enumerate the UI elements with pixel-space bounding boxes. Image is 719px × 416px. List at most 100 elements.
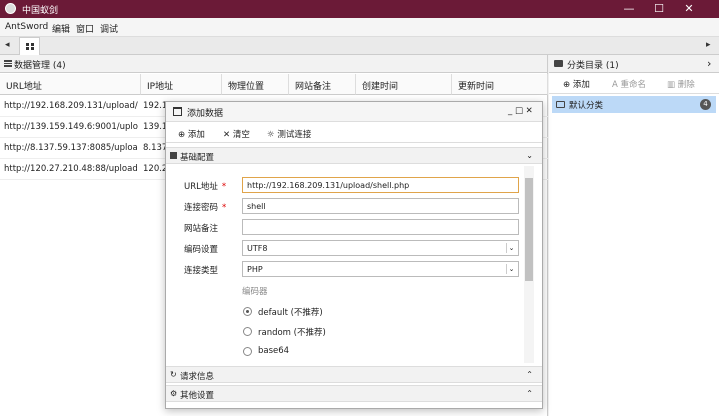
note-label: 网站备注 <box>184 224 219 234</box>
menu-debug[interactable]: 调试 <box>100 22 118 35</box>
category-add-button[interactable]: ⊕ 添加 <box>563 78 590 90</box>
column-ip[interactable]: IP地址 <box>141 74 222 95</box>
row-ip: 8.137 <box>143 143 165 153</box>
menu-antsword[interactable]: AntSword <box>5 22 48 32</box>
password-label: 连接密码 * <box>184 203 227 213</box>
row-url: http://139.159.149.6:9001/uploac <box>4 122 138 132</box>
app-logo-icon <box>5 3 16 14</box>
clear-button[interactable]: ✕ 清空 <box>223 128 250 140</box>
column-updated[interactable]: 更新时间 <box>452 74 548 95</box>
add-button-label: 添加 <box>187 130 205 140</box>
grid-icon <box>26 43 34 50</box>
row-url: http://8.137.59.137:8085/upload/ <box>4 143 138 153</box>
minimize-button[interactable]: — <box>614 1 644 17</box>
column-note[interactable]: 网站备注 <box>289 74 356 95</box>
refresh-icon: ↻ <box>170 370 177 379</box>
encoder-random-label: random (不推荐) <box>258 328 326 338</box>
chevron-up-icon: ⌃ <box>526 370 533 379</box>
row-ip: 120.2 <box>143 164 165 174</box>
chevron-down-icon: ⌄ <box>506 243 516 253</box>
spinner-icon: ☼ <box>267 130 275 140</box>
list-icon <box>4 60 12 67</box>
close-window-button[interactable]: ✕ <box>674 1 704 17</box>
menu-edit[interactable]: 编辑 <box>52 22 70 35</box>
dialog-window-controls[interactable]: _ □ ✕ <box>508 106 533 116</box>
data-panel-title: 数据管理 (4) <box>14 61 66 71</box>
window-title: 中国蚁剑 <box>22 6 59 16</box>
category-count-badge: 4 <box>700 99 711 110</box>
column-created[interactable]: 创建时间 <box>356 74 452 95</box>
request-info-section-header[interactable]: ↻ 请求信息 ⌃ <box>166 366 542 383</box>
category-item-default[interactable]: 默认分类 4 <box>552 96 716 113</box>
section-icon <box>170 152 177 159</box>
chevron-down-icon: ⌄ <box>506 264 516 274</box>
test-connection-button[interactable]: ☼ 测试连接 <box>267 128 311 140</box>
category-delete-button[interactable]: ▥ 删除 <box>667 78 695 90</box>
category-panel: 分类目录 (1) › ⊕ 添加 A 重命名 ▥ 删除 默认分类 4 <box>549 55 719 416</box>
category-add-label: 添加 <box>572 80 590 90</box>
gears-icon: ⚙ <box>170 389 178 398</box>
data-panel-header: 数据管理 (4) <box>0 55 547 73</box>
password-field[interactable]: shell <box>242 198 519 214</box>
tab-strip: ◂ ▸ <box>0 36 719 55</box>
category-toolbar: ⊕ 添加 A 重命名 ▥ 删除 <box>549 74 719 94</box>
basic-config-section-header[interactable]: 基础配置 ⌄ <box>166 147 542 164</box>
column-location[interactable]: 物理位置 <box>222 74 289 95</box>
connection-type-value: PHP <box>247 265 263 274</box>
basic-config-title: 基础配置 <box>180 153 215 163</box>
encoder-random-radio[interactable] <box>243 327 252 336</box>
category-expand-icon[interactable]: › <box>707 57 711 70</box>
title-bar: 中国蚁剑 — ☐ ✕ <box>0 0 719 18</box>
category-rename-label: 重命名 <box>620 80 647 90</box>
dialog-title: 添加数据 <box>187 109 224 119</box>
tab-home[interactable] <box>19 37 40 55</box>
note-field[interactable] <box>242 219 519 235</box>
add-button[interactable]: ⊕ 添加 <box>178 128 205 140</box>
trash-icon: ▥ <box>667 80 676 90</box>
connection-type-label: 连接类型 <box>184 266 219 276</box>
folder-open-icon <box>556 101 565 108</box>
row-ip: 192.1 <box>143 101 165 111</box>
encoder-base64-radio[interactable] <box>243 347 252 356</box>
category-item-label: 默认分类 <box>569 101 604 111</box>
test-connection-label: 测试连接 <box>277 130 312 140</box>
plus-circle-icon: ⊕ <box>178 130 186 140</box>
add-data-dialog: 添加数据 _ □ ✕ ⊕ 添加 ✕ 清空 ☼ 测试连接 基础配置 ⌄ URL地址… <box>165 101 543 409</box>
request-info-title: 请求信息 <box>180 372 215 382</box>
row-url: http://120.27.210.48:88/upload-la <box>4 164 138 174</box>
encoding-select[interactable]: UTF8 ⌄ <box>242 240 519 256</box>
scrollbar-thumb[interactable] <box>525 178 533 281</box>
connection-type-select[interactable]: PHP ⌄ <box>242 261 519 277</box>
other-settings-title: 其他设置 <box>180 391 215 401</box>
row-ip: 139.1 <box>143 122 165 132</box>
category-panel-header: 分类目录 (1) › <box>549 55 719 73</box>
dialog-toolbar: ⊕ 添加 ✕ 清空 ☼ 测试连接 <box>166 123 542 143</box>
encoder-default-radio[interactable] <box>243 307 252 316</box>
maximize-button[interactable]: ☐ <box>644 1 674 17</box>
encoder-base64-label: base64 <box>258 346 290 356</box>
url-label: URL地址 * <box>184 182 227 192</box>
font-icon: A <box>612 80 618 90</box>
tab-scroll-right-icon[interactable]: ▸ <box>706 40 711 50</box>
category-panel-title: 分类目录 (1) <box>567 61 619 71</box>
folder-icon <box>554 60 563 67</box>
clear-button-label: 清空 <box>232 130 250 140</box>
encoder-default-label: default (不推荐) <box>258 308 323 318</box>
tab-scroll-left-icon[interactable]: ◂ <box>5 40 10 50</box>
column-url[interactable]: URL地址 <box>0 74 141 95</box>
other-settings-section-header[interactable]: ⚙ 其他设置 ⌃ <box>166 385 542 402</box>
form-scrollbar[interactable] <box>524 166 534 363</box>
dialog-title-bar[interactable]: 添加数据 _ □ ✕ <box>166 102 542 122</box>
menu-bar: AntSword 编辑 窗口 调试 <box>0 18 719 36</box>
chevron-down-icon: ⌄ <box>526 151 533 160</box>
category-delete-label: 删除 <box>677 80 695 90</box>
x-icon: ✕ <box>223 130 231 140</box>
row-url: http://192.168.209.131/upload/m <box>4 101 138 111</box>
url-field[interactable]: http://192.168.209.131/upload/shell.php <box>242 177 519 193</box>
chevron-up-icon: ⌃ <box>526 389 533 398</box>
encoder-label: 编码器 <box>242 287 268 297</box>
menu-window[interactable]: 窗口 <box>76 22 94 35</box>
category-rename-button[interactable]: A 重命名 <box>612 78 646 90</box>
encoding-value: UTF8 <box>247 244 268 253</box>
window-icon <box>173 107 182 116</box>
